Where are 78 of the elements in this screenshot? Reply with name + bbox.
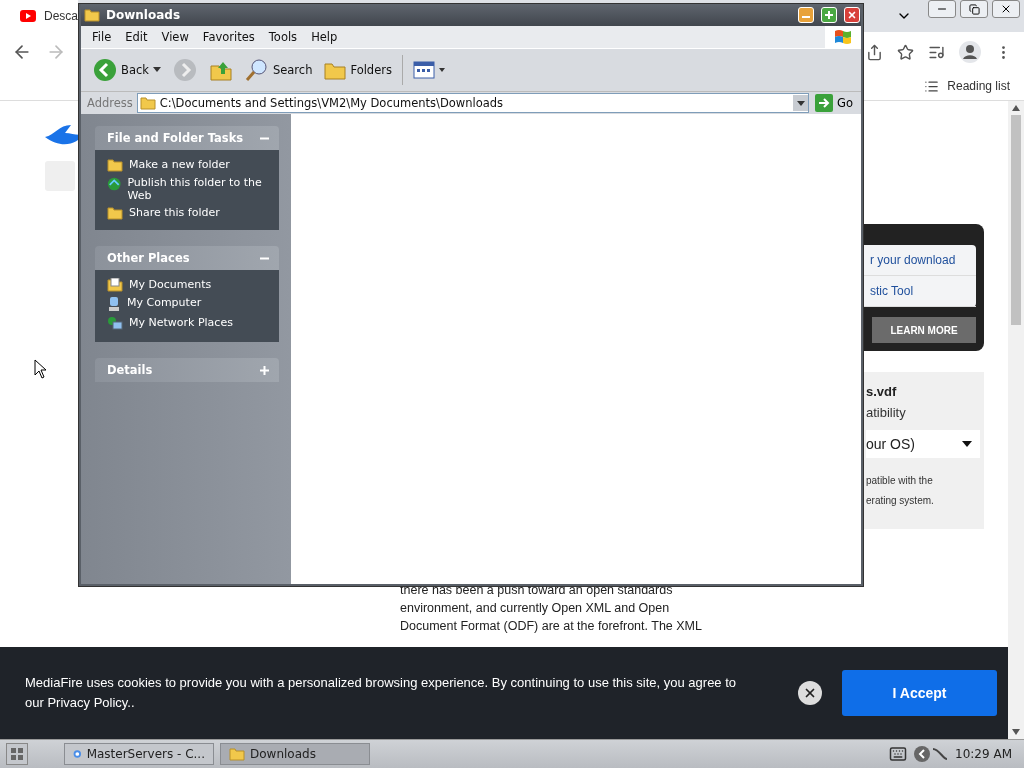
taskbar-button[interactable]: MasterServers - C...: [64, 743, 214, 765]
folder-icon: [324, 60, 347, 80]
folder-icon: [84, 8, 100, 22]
tray-icon[interactable]: [913, 745, 950, 763]
caret-icon: [438, 68, 445, 72]
task-link[interactable]: My Network Places: [107, 316, 273, 332]
note-text: erating system.: [866, 494, 935, 508]
restore-icon: [968, 3, 980, 15]
profile-icon[interactable]: [959, 41, 981, 63]
dropdown-button[interactable]: [793, 95, 809, 111]
close-icon: [803, 686, 817, 700]
task-link[interactable]: Make a new folder: [107, 158, 273, 172]
go-button[interactable]: Go: [813, 94, 861, 112]
task-link[interactable]: My Documents: [107, 278, 273, 292]
clock: 10:29 AM: [955, 747, 1012, 761]
menu-item[interactable]: File: [85, 30, 119, 44]
browser-tab[interactable]: Desca: [0, 0, 78, 32]
address-field[interactable]: C:\Documents and Settings\VM2\My Documents\Downloads: [136, 93, 810, 113]
computer-icon: [107, 296, 121, 312]
menu-item[interactable]: Edit: [118, 30, 155, 44]
menu-item[interactable]: Tools: [261, 30, 305, 44]
learn-more-button[interactable]: LEARN MORE: [872, 317, 976, 343]
article-text: Document Format (ODF) are at the forefront. The XML: [400, 618, 703, 635]
window-title: Downloads: [106, 8, 181, 22]
star-icon[interactable]: [897, 43, 914, 61]
taskbar-button[interactable]: Downloads: [220, 743, 370, 765]
globe-icon: [107, 176, 122, 192]
menu-item[interactable]: Favorites: [195, 30, 262, 44]
article-text: there has been a push toward an open standards: [400, 582, 674, 599]
note-text: patible with the: [866, 474, 934, 488]
scrollbar[interactable]: [1008, 101, 1024, 739]
task-link[interactable]: My Computer: [107, 296, 273, 312]
share-icon[interactable]: [866, 43, 883, 61]
search-icon: [244, 58, 269, 82]
reading-list-icon: [924, 78, 940, 94]
scroll-down-icon[interactable]: [1012, 729, 1020, 735]
network-icon: [107, 316, 123, 332]
file-name: s.vdf: [866, 384, 898, 399]
caret-icon: [152, 67, 161, 73]
video-icon: [20, 10, 36, 22]
close-button[interactable]: [992, 0, 1020, 18]
start-button[interactable]: [6, 743, 28, 765]
folder-icon: [229, 747, 245, 761]
close-button[interactable]: [798, 681, 822, 705]
maximize-button[interactable]: [821, 7, 837, 23]
scroll-up-icon[interactable]: [1012, 105, 1020, 111]
menu-item[interactable]: Help: [304, 30, 345, 44]
address-label: Address: [87, 96, 133, 110]
compatibility-label: atibility: [866, 405, 907, 420]
views-icon: [412, 61, 435, 79]
restore-button[interactable]: [960, 0, 988, 18]
article-text: environment, and currently Open XML and Open: [400, 600, 671, 617]
plus-icon: [825, 11, 833, 19]
task-link[interactable]: Share this folder: [107, 206, 273, 220]
browser-icon: [73, 747, 82, 761]
folder-icon: [139, 96, 156, 110]
documents-icon: [107, 278, 123, 292]
minimize-button[interactable]: [928, 0, 956, 18]
caret-icon: [796, 100, 805, 106]
cursor-icon: [34, 359, 47, 379]
back-button[interactable]: Back: [89, 56, 165, 84]
menu-item[interactable]: View: [154, 30, 196, 44]
folder-icon: [107, 206, 123, 220]
reading-list-button[interactable]: Reading list: [947, 79, 1010, 93]
close-icon: [847, 10, 857, 20]
grid-icon: [11, 748, 23, 760]
cookie-text: MediaFire uses cookies to provide you with a personalized browsing experience. By continuing to use this site, you agree to our Privacy Policy..: [25, 674, 738, 712]
flag-logo-icon: [834, 29, 852, 45]
accept-button[interactable]: I Accept: [842, 670, 997, 716]
close-icon: [1000, 3, 1012, 15]
folder-icon: [107, 158, 123, 172]
caret-icon: [962, 441, 972, 447]
folders-button[interactable]: Folders: [320, 58, 396, 82]
os-select[interactable]: our OS): [866, 430, 980, 458]
keyboard-icon[interactable]: [889, 745, 908, 763]
task-link[interactable]: Publish this folder to the Web: [107, 176, 273, 202]
scroll-thumb[interactable]: [1011, 115, 1021, 325]
search-button[interactable]: Search: [240, 56, 317, 84]
